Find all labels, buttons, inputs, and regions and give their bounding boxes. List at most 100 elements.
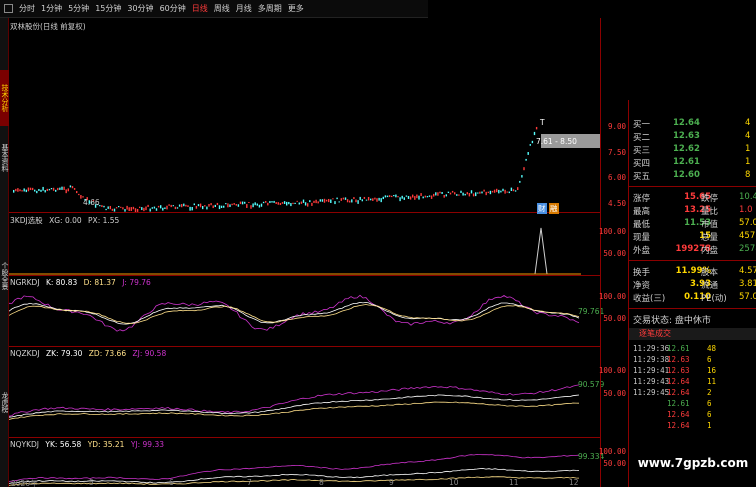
left-tab-dragon[interactable]: 龙虎榜 [0, 378, 9, 426]
candle [185, 204, 187, 207]
period-tab-more[interactable]: 更多 [288, 3, 304, 14]
trade-list-header[interactable]: 逐笔成交 [629, 328, 756, 340]
period-tab-multi[interactable]: 多周期 [258, 3, 282, 14]
period-tab-30min[interactable]: 30分钟 [127, 3, 153, 14]
candle [445, 194, 447, 197]
axis-tick-kdj-0: 100.00 [598, 227, 626, 236]
candle [344, 197, 347, 200]
trade-vol: 48 [707, 344, 717, 353]
candle [535, 126, 538, 130]
tag-cai[interactable]: 财 [537, 203, 547, 214]
candle [206, 206, 208, 210]
candle [456, 194, 458, 196]
candle [321, 199, 324, 202]
candle [237, 204, 240, 207]
candle [519, 180, 521, 183]
candle [48, 188, 51, 191]
candle [487, 191, 489, 194]
candle [435, 192, 437, 196]
chart-svg [9, 126, 600, 486]
candle [498, 189, 500, 194]
candle [275, 202, 277, 204]
candle [460, 190, 462, 193]
period-tab-monthly[interactable]: 月线 [236, 3, 252, 14]
candle [424, 195, 426, 198]
candle [349, 200, 351, 203]
axis-tick-main-2: 6.00 [607, 173, 626, 182]
candle [283, 201, 286, 204]
period-tab-5min[interactable]: 5分钟 [68, 3, 89, 14]
period-tab-15min[interactable]: 15分钟 [95, 3, 121, 14]
candle [372, 198, 374, 201]
candle [187, 205, 189, 207]
candle [409, 196, 412, 200]
candle [233, 203, 235, 205]
tag-rong[interactable]: 融 [549, 203, 559, 214]
candle [241, 201, 244, 205]
candle [214, 204, 216, 208]
trade-vol: 11 [707, 377, 717, 386]
candle [449, 192, 452, 195]
stat-label: 量比 [701, 207, 719, 217]
period-tab-weekly[interactable]: 周线 [214, 3, 230, 14]
buy-5-price: 12.60 [673, 170, 700, 180]
stat-label: 涨停 [633, 194, 651, 204]
candle [277, 202, 279, 205]
price-axis: 9.00 7.50 6.00 4.50 100.00 50.00 100.00 … [598, 18, 628, 487]
candle [512, 189, 515, 192]
window-icon[interactable] [4, 4, 13, 13]
candle [172, 205, 174, 207]
candle [338, 201, 340, 203]
candle [395, 194, 397, 198]
axis-tick-kdj-1: 50.00 [603, 249, 626, 258]
chart-area[interactable]: 双林股份(日线 前复权) 4.66 7.61 - 8.50 T 财 融 3KDJ… [9, 18, 604, 487]
candle [298, 202, 300, 205]
candle [304, 202, 307, 206]
candle [145, 206, 147, 211]
candle [382, 196, 384, 200]
candle [168, 204, 170, 206]
candle [430, 195, 433, 199]
candle [325, 199, 328, 202]
candle [336, 197, 338, 200]
nqzkdj-zd: ZD: 73.66 [88, 349, 127, 358]
period-tab-fenshi[interactable]: 分时 [19, 3, 35, 14]
candle [508, 191, 510, 194]
trade-price: 12.63 [667, 355, 690, 364]
kdj-signal-line [9, 227, 581, 275]
candle [65, 189, 67, 194]
axis-tick-main-1: 7.50 [607, 148, 626, 157]
candle [40, 189, 42, 192]
candle [23, 188, 25, 192]
left-tab-basic[interactable]: 基本资料 [0, 130, 9, 186]
x-label-8: 12 [569, 478, 579, 487]
trade-vol: 1 [707, 421, 712, 430]
stat-value: 1.0 [739, 205, 753, 215]
stat-row-2: 最高 13.25 量比 1.0 [633, 205, 756, 218]
candle [493, 189, 496, 193]
fund-row-3: 收益(三) 0.110 PE(动) 57.0 [633, 292, 756, 305]
candle [525, 158, 527, 161]
axis-tick-nqy-0: 100.00 [598, 447, 626, 456]
candle [397, 196, 399, 198]
indicator-line [9, 468, 580, 484]
trade-time: 11:29:38 [633, 355, 670, 364]
period-tab-daily[interactable]: 日线 [192, 3, 208, 14]
candle [103, 205, 105, 208]
left-side-tabs: 技术分析 基本资料 个股全景 龙虎榜 [0, 18, 9, 487]
period-tab-60min[interactable]: 60分钟 [160, 3, 186, 14]
candle [496, 188, 498, 193]
candle [248, 201, 250, 203]
ngrkdj-k: K: 80.83 [45, 278, 78, 287]
stat-value: 10.4 [739, 192, 756, 202]
left-tab-tech[interactable]: 技术分析 [0, 70, 9, 126]
candle [189, 206, 191, 211]
candle [510, 187, 513, 191]
left-tab-panorama[interactable]: 个股全景 [0, 248, 9, 304]
period-tab-1min[interactable]: 1分钟 [41, 3, 62, 14]
candle [34, 189, 36, 192]
candle [357, 200, 359, 204]
candle [378, 197, 380, 201]
candle [52, 187, 55, 191]
candle [346, 199, 349, 203]
